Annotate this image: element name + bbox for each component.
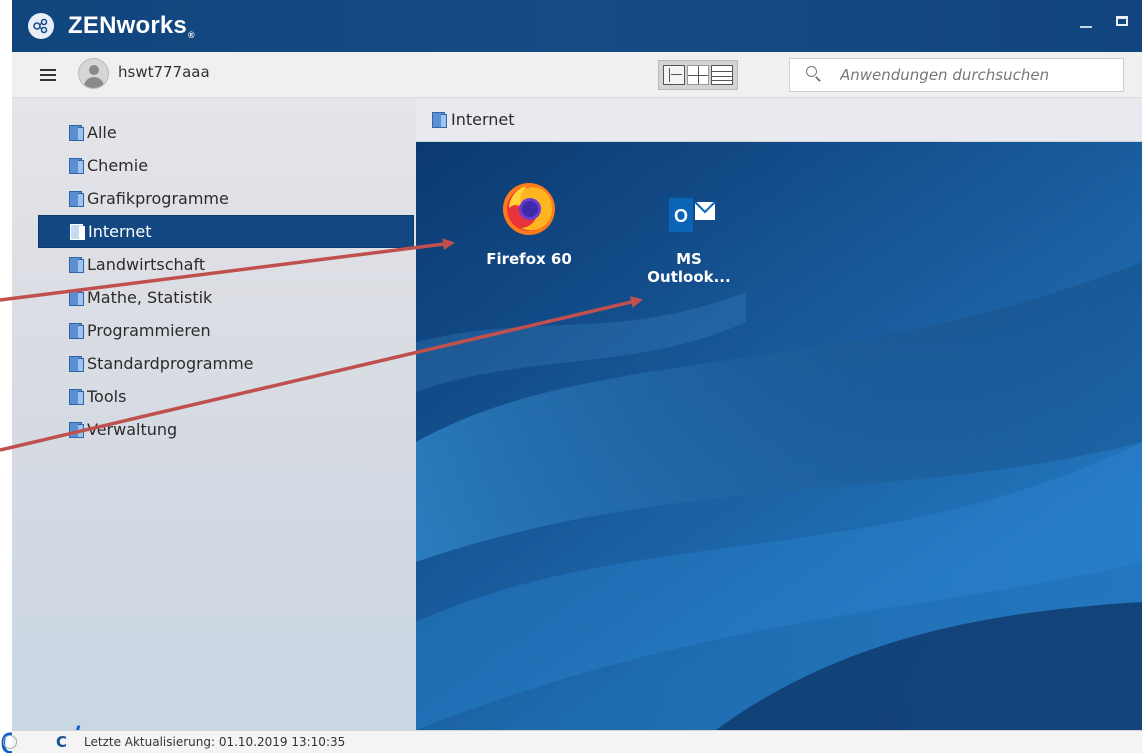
zenworks-window: ZENworks® hswt777aaa Alle Chemie Grafikp…: [0, 0, 1142, 753]
minimize-button[interactable]: [1080, 26, 1092, 28]
sidebar-item-grafikprogramme[interactable]: Grafikprogramme: [38, 182, 414, 215]
svg-text:O: O: [674, 206, 688, 226]
tree-view-button[interactable]: [663, 65, 685, 85]
folder-icon: [69, 257, 85, 273]
sidebar-item-standardprogramme[interactable]: Standardprogramme: [38, 347, 414, 380]
view-mode-switcher: [658, 60, 738, 90]
folder-icon: [69, 389, 85, 405]
maximize-button[interactable]: [1116, 16, 1128, 26]
app-tile-firefox[interactable]: Firefox 60: [464, 178, 594, 268]
sidebar-item-label: Programmieren: [87, 321, 211, 340]
app-label: MS Outlook...: [624, 250, 754, 286]
sidebar-item-mathe-statistik[interactable]: Mathe, Statistik: [38, 281, 414, 314]
title-bar: ZENworks®: [12, 0, 1142, 52]
sidebar-item-label: Chemie: [87, 156, 149, 175]
content-folder-title: Internet: [451, 110, 515, 129]
folder-icon: [432, 112, 448, 128]
sidebar-item-label: Tools: [87, 387, 127, 406]
last-update-text: Letzte Aktualisierung: 01.10.2019 13:10:…: [84, 735, 346, 749]
zenworks-logo-icon: [28, 13, 54, 39]
sidebar-item-label: Verwaltung: [87, 420, 178, 439]
status-indicator-icon: [3, 735, 17, 749]
sidebar-item-label: Landwirtschaft: [87, 255, 206, 274]
outlook-icon: O: [659, 180, 719, 238]
grid-view-button[interactable]: [687, 65, 709, 85]
folder-icon: [69, 158, 85, 174]
sidebar-item-label: Alle: [87, 123, 117, 142]
sidebar-item-label: Standardprogramme: [87, 354, 254, 373]
hamburger-menu-icon[interactable]: [40, 69, 56, 81]
app-title-text: ZENworks: [68, 11, 187, 39]
search-box: [789, 58, 1124, 92]
status-bar: C Letzte Aktualisierung: 01.10.2019 13:1…: [3, 730, 1142, 753]
app-content-area: Internet Firefox 60 O MS Outlook...: [416, 98, 1142, 730]
folder-icon: [69, 191, 85, 207]
folder-list: Alle Chemie Grafikprogramme Internet Lan…: [38, 116, 414, 446]
app-title: ZENworks®: [68, 12, 195, 41]
app-tile-outlook[interactable]: O MS Outlook...: [624, 180, 754, 286]
sidebar-item-internet[interactable]: Internet: [38, 215, 414, 248]
refresh-icon[interactable]: C: [56, 733, 70, 751]
sidebar-item-alle[interactable]: Alle: [38, 116, 414, 149]
folder-icon: [69, 323, 85, 339]
app-label-line2: Outlook...: [647, 268, 731, 286]
sidebar-item-landwirtschaft[interactable]: Landwirtschaft: [38, 248, 414, 281]
folder-icon: [69, 125, 85, 141]
firefox-icon: [499, 178, 559, 238]
sidebar-item-tools[interactable]: Tools: [38, 380, 414, 413]
list-view-button[interactable]: [711, 65, 733, 85]
username-label: hswt777aaa: [118, 63, 210, 81]
folder-icon: [69, 356, 85, 372]
avatar[interactable]: [78, 58, 109, 89]
sidebar-item-label: Mathe, Statistik: [87, 288, 213, 307]
sidebar-item-label: Grafikprogramme: [87, 189, 229, 208]
app-label-line1: MS: [676, 250, 702, 268]
folder-icon: [70, 224, 86, 240]
window-controls: [1080, 14, 1128, 28]
registered-mark: ®: [187, 30, 195, 41]
sidebar-item-chemie[interactable]: Chemie: [38, 149, 414, 182]
sidebar-item-label: Internet: [88, 222, 152, 241]
folder-sidebar: Alle Chemie Grafikprogramme Internet Lan…: [0, 98, 416, 753]
content-header: Internet: [416, 98, 1142, 142]
search-input[interactable]: [840, 66, 1120, 84]
toolbar: hswt777aaa: [12, 52, 1142, 98]
search-icon: [804, 64, 826, 86]
folder-icon: [69, 422, 85, 438]
sidebar-item-programmieren[interactable]: Programmieren: [38, 314, 414, 347]
slide-background-strip: [0, 0, 12, 753]
sidebar-item-verwaltung[interactable]: Verwaltung: [38, 413, 414, 446]
app-label: Firefox 60: [486, 250, 572, 268]
folder-icon: [69, 290, 85, 306]
